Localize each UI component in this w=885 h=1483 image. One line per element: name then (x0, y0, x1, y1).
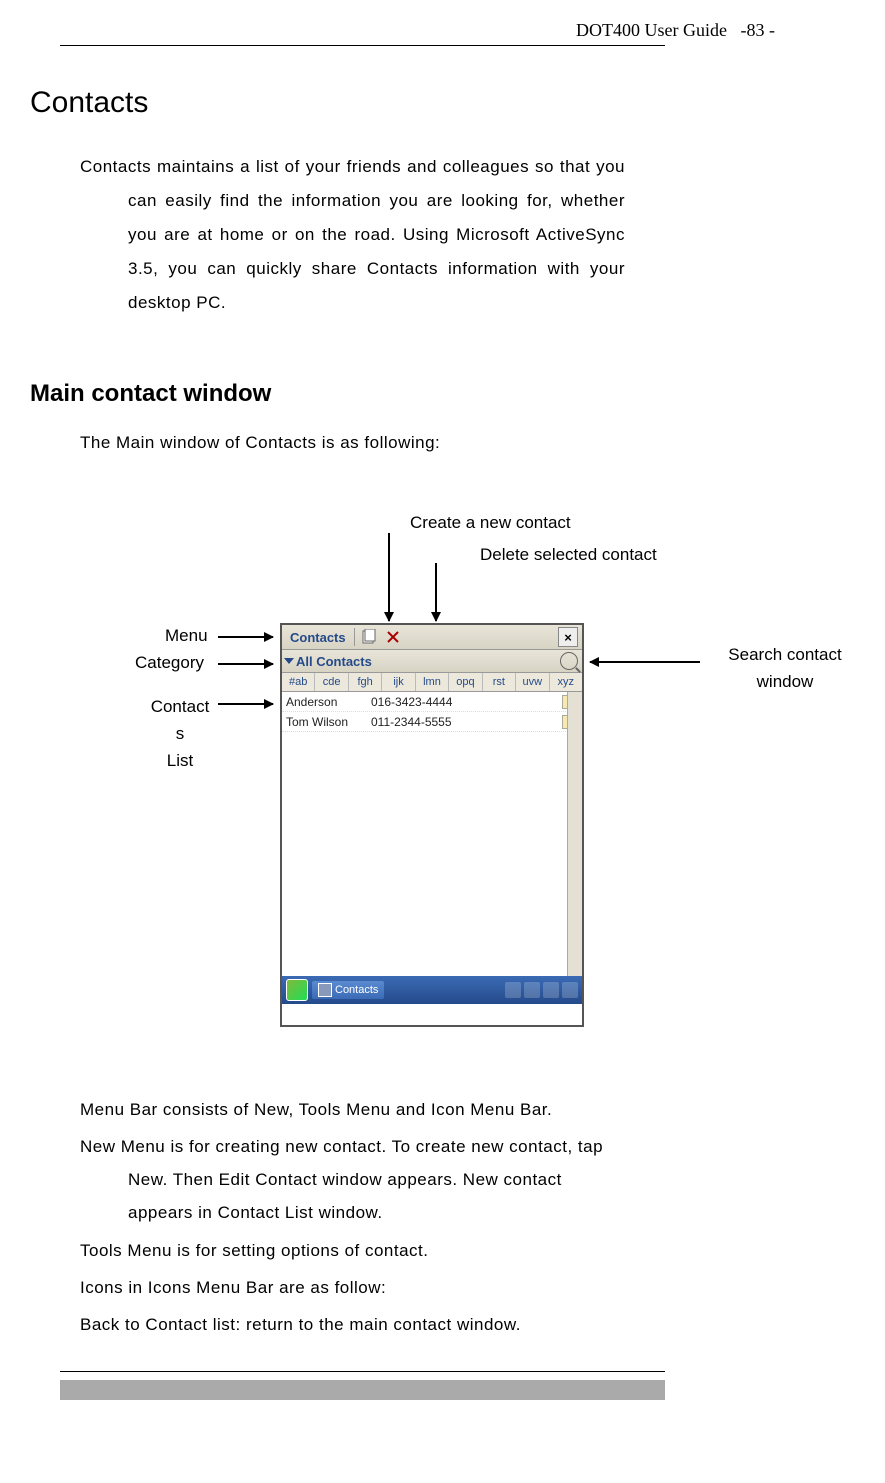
taskbar: Contacts (282, 976, 582, 1004)
az-tab[interactable]: lmn (416, 673, 449, 691)
az-tab[interactable]: cde (315, 673, 348, 691)
contacts-list: Anderson 016-3423-4444 Tom Wilson 011-23… (282, 692, 582, 976)
body-text: Menu Bar consists of New, Tools Menu and… (80, 1093, 625, 1341)
list-item[interactable]: Tom Wilson 011-2344-5555 (282, 712, 582, 732)
taskbar-contacts-button[interactable]: Contacts (312, 981, 384, 999)
alphabet-index-bar: #ab cde fgh ijk lmn opq rst uvw xyz (282, 673, 582, 692)
arrow-create (388, 533, 390, 621)
callout-delete: Delete selected contact (480, 545, 657, 565)
arrow-menu (218, 636, 273, 638)
delete-contact-icon[interactable] (384, 628, 402, 646)
search-icon[interactable] (560, 652, 578, 670)
arrow-delete (435, 563, 437, 621)
body-p5: Back to Contact list: return to the main… (80, 1308, 625, 1341)
arrow-contacts-list (218, 703, 273, 705)
new-contact-icon[interactable] (360, 628, 378, 646)
page-title: Contacts (30, 86, 855, 120)
tray-icon[interactable] (524, 982, 540, 998)
scrollbar[interactable] (567, 692, 582, 976)
page-number: -83 - (741, 20, 776, 40)
contacts-task-icon (318, 983, 332, 997)
footer-bar (60, 1380, 665, 1400)
menu-separator (354, 628, 355, 646)
az-tab[interactable]: uvw (516, 673, 549, 691)
dropdown-triangle-icon (284, 658, 294, 664)
contact-name: Tom Wilson (286, 715, 371, 729)
callout-contacts-list: Contact s List (145, 693, 215, 775)
system-tray (505, 982, 578, 998)
tray-icon[interactable] (543, 982, 559, 998)
contact-phone: 016-3423-4444 (371, 695, 562, 709)
az-tab[interactable]: xyz (550, 673, 582, 691)
page-header: DOT400 User Guide -83 - (30, 20, 855, 41)
az-tab[interactable]: rst (483, 673, 516, 691)
callout-search: Search contact window (715, 641, 855, 695)
contact-name: Anderson (286, 695, 371, 709)
az-tab[interactable]: opq (449, 673, 482, 691)
header-rule (60, 45, 665, 46)
az-tab[interactable]: fgh (349, 673, 382, 691)
close-button[interactable]: × (558, 627, 578, 647)
body-p3: Tools Menu is for setting options of con… (80, 1234, 625, 1267)
callout-category: Category (135, 653, 204, 673)
arrow-search (590, 661, 700, 663)
list-item[interactable]: Anderson 016-3423-4444 (282, 692, 582, 712)
tray-icon[interactable] (505, 982, 521, 998)
category-label: All Contacts (296, 654, 372, 669)
az-tab[interactable]: ijk (382, 673, 415, 691)
menu-bar: Contacts × (282, 625, 582, 650)
body-p1: Menu Bar consists of New, Tools Menu and… (80, 1093, 625, 1126)
screenshot-window: Contacts × All Contacts #ab cde fgh ijk (280, 623, 584, 1027)
body-p2: New Menu is for creating new contact. To… (80, 1130, 625, 1229)
callout-menu: Menu (165, 626, 208, 646)
section-heading: Main contact window (30, 380, 855, 408)
lead-text: The Main window of Contacts is as follow… (80, 433, 855, 453)
doc-title: DOT400 User Guide (576, 20, 727, 40)
contact-phone: 011-2344-5555 (371, 715, 562, 729)
menu-contacts[interactable]: Contacts (284, 630, 352, 645)
arrow-category (218, 663, 273, 665)
az-tab[interactable]: #ab (282, 673, 315, 691)
tray-icon[interactable] (562, 982, 578, 998)
footer-rule (60, 1371, 665, 1372)
callout-create: Create a new contact (410, 513, 571, 533)
body-p4: Icons in Icons Menu Bar are as follow: (80, 1271, 625, 1304)
category-bar[interactable]: All Contacts (282, 650, 582, 673)
diagram: Create a new contact Delete selected con… (30, 513, 855, 1073)
intro-paragraph: Contacts maintains a list of your friend… (80, 150, 625, 320)
start-button-icon[interactable] (286, 979, 308, 1001)
